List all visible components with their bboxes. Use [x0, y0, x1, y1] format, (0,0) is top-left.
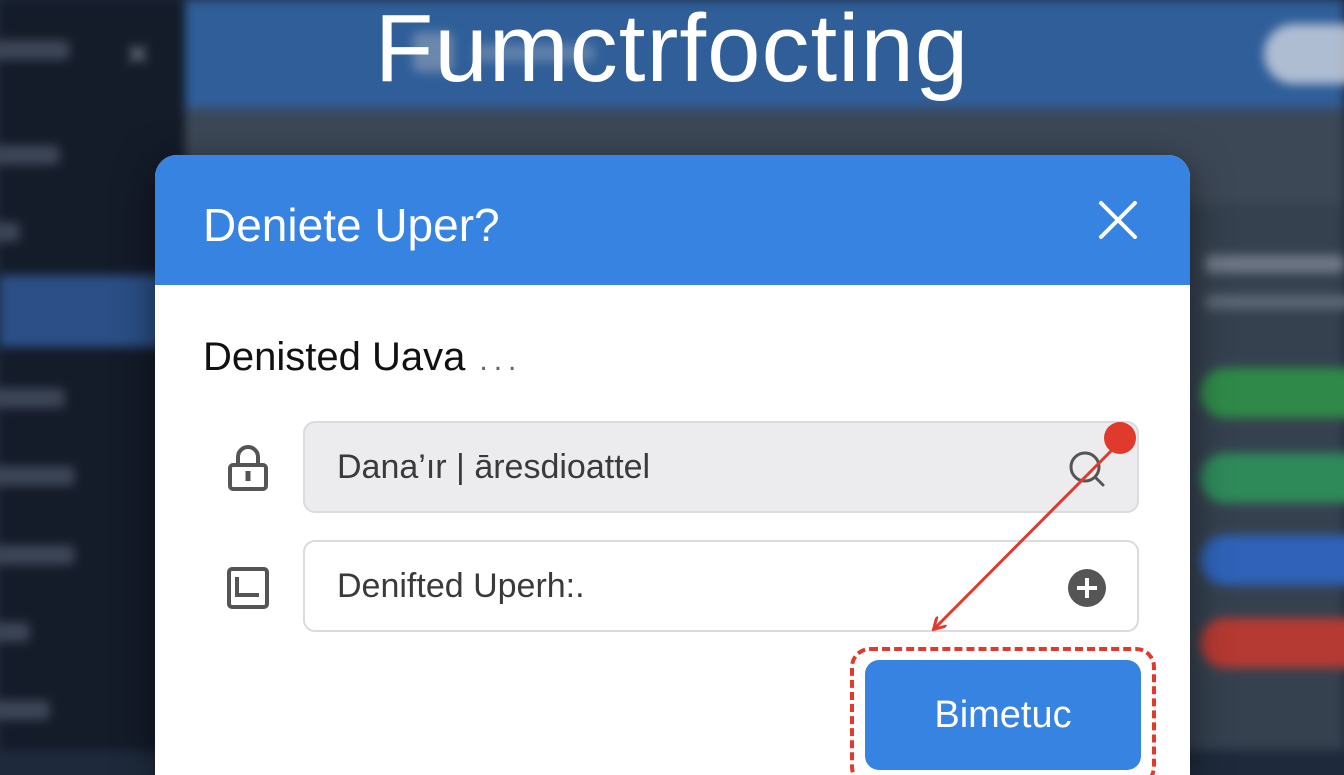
dialog-title: Deniete Uper? [203, 199, 500, 251]
dialog-header: Deniete Uper? [155, 155, 1190, 285]
delete-user-dialog: Deniete Uper? Denisted Uava... Dana’ır |… [155, 155, 1190, 775]
search-icon[interactable] [1065, 447, 1109, 491]
page-headline: Fumctrfocting [374, 0, 970, 102]
username-field[interactable]: Dana’ır | āresdioattel [303, 421, 1139, 513]
close-icon [1099, 201, 1137, 239]
add-circle-icon[interactable] [1065, 566, 1109, 610]
submit-button[interactable]: Bimetuc [865, 660, 1141, 770]
subtitle-text: Denisted Uava [203, 335, 466, 379]
user-name-input[interactable]: Denifted Uperh:. [303, 540, 1139, 632]
subtitle-ellipsis: ... [479, 344, 523, 377]
card-icon [223, 563, 273, 613]
close-button[interactable] [1093, 195, 1143, 245]
user-name-placeholder: Denifted Uperh:. [337, 567, 585, 605]
username-field-value: Dana’ır | āresdioattel [337, 448, 651, 486]
dialog-subtitle: Denisted Uava... [203, 333, 522, 385]
lock-icon [223, 443, 273, 493]
